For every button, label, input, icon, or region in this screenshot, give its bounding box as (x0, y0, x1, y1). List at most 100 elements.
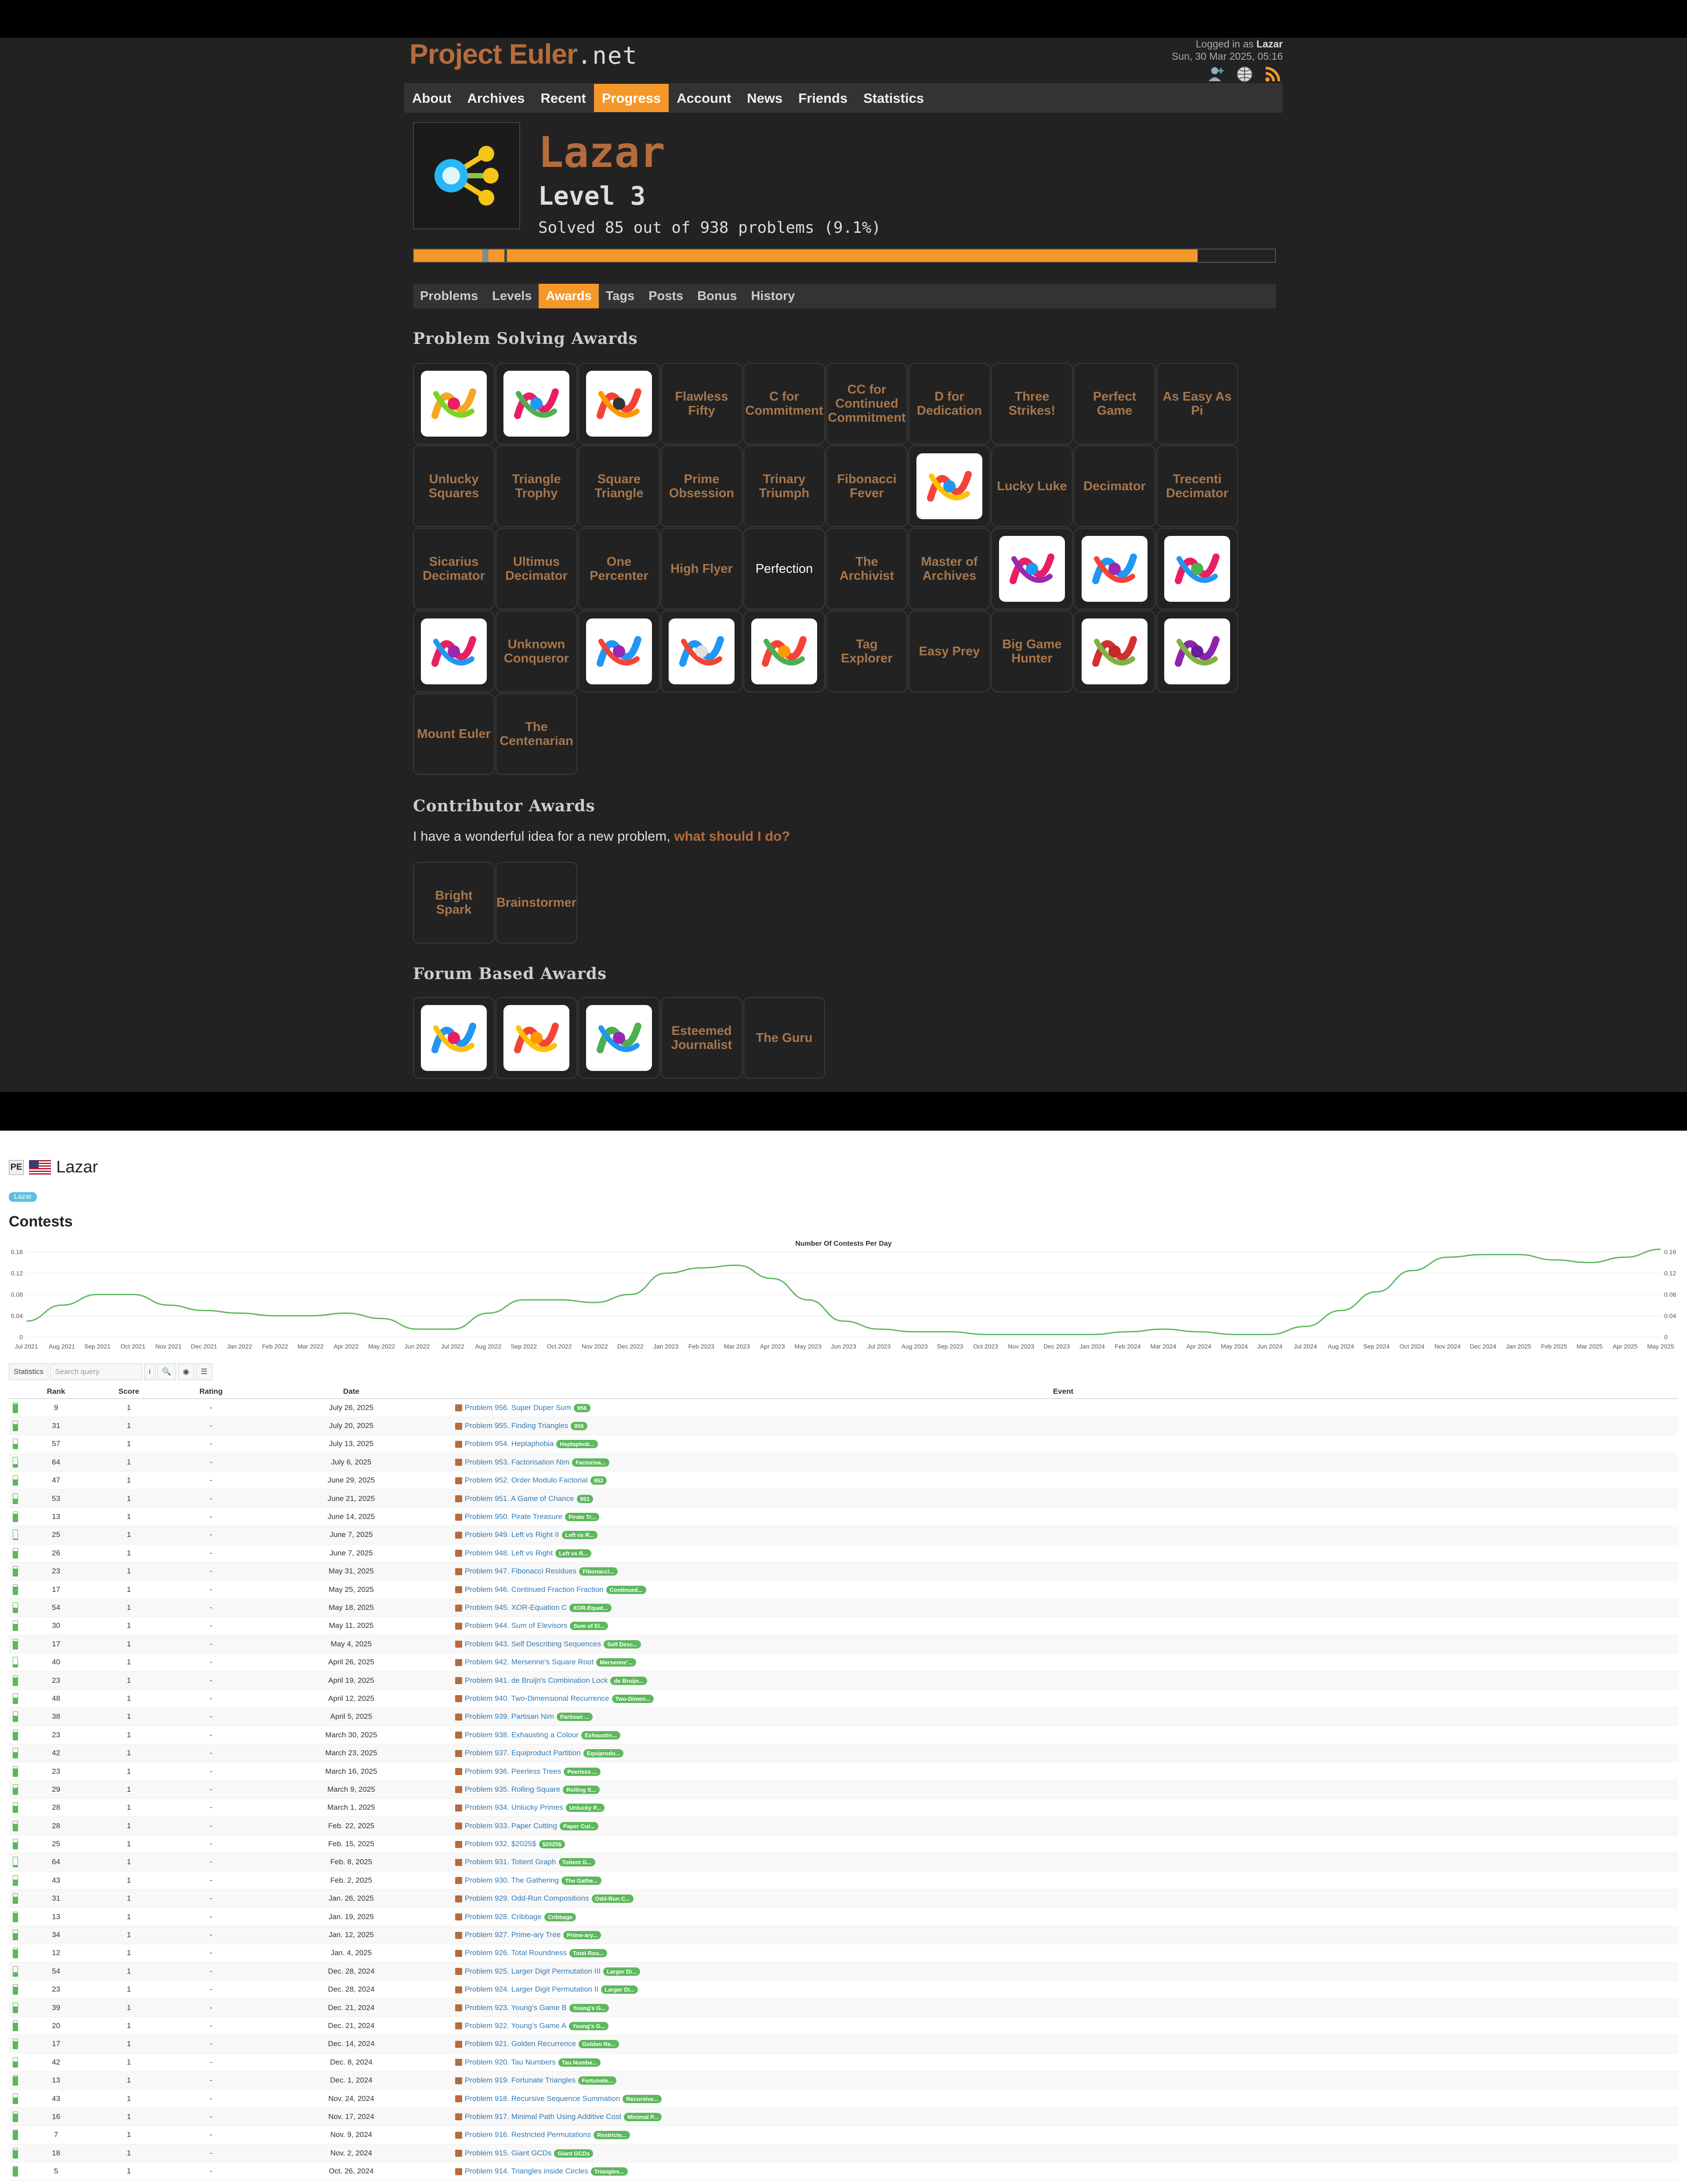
award-unlucky-squares[interactable]: Unlucky Squares (413, 445, 495, 527)
event-link[interactable]: Problem 953. Factorisation Nim (465, 1458, 569, 1466)
event-link[interactable]: Problem 929. Odd-Run Compositions (465, 1894, 589, 1902)
nav-friends[interactable]: Friends (790, 84, 855, 112)
nav-recent[interactable]: Recent (533, 84, 594, 112)
award-easy-prey[interactable]: Easy Prey (909, 611, 990, 692)
event-badge[interactable]: Exhaustin... (581, 1731, 620, 1739)
event-badge[interactable]: Self Desc... (603, 1640, 641, 1649)
event-badge[interactable]: Larger Di... (603, 1967, 640, 1976)
statistics-button[interactable]: Statistics (9, 1363, 49, 1380)
award-flame[interactable] (1156, 528, 1238, 610)
award-brainstormer[interactable]: Brainstormer (496, 862, 577, 944)
event-link[interactable]: Problem 939. Partisan Nim (465, 1712, 554, 1721)
award-plane[interactable] (1074, 528, 1155, 610)
event-link[interactable]: Problem 948. Left vs Right (465, 1549, 553, 1557)
award-high-flyer[interactable]: High Flyer (661, 528, 742, 610)
event-link[interactable]: Problem 940. Two-Dimensional Recurrence (465, 1694, 609, 1703)
add-friend-icon[interactable] (1206, 64, 1227, 84)
award-trinary-triumph[interactable]: Trinary Triumph (743, 445, 825, 527)
event-badge[interactable]: $2025$ (539, 1840, 565, 1849)
event-link[interactable]: Problem 917. Minimal Path Using Additive… (465, 2112, 621, 2121)
search-icon[interactable]: 🔍 (157, 1363, 176, 1380)
award-spiral[interactable] (743, 611, 825, 692)
award-berries-red[interactable] (1074, 611, 1155, 692)
event-link[interactable]: Problem 954. Heptaphobia (465, 1439, 554, 1448)
award-g[interactable] (578, 363, 660, 445)
event-badge[interactable]: Young's G... (569, 2003, 609, 2012)
award-d-for-dedication[interactable]: D for Dedication (909, 363, 990, 445)
event-badge[interactable]: XOR-Equat... (569, 1604, 612, 1612)
event-link[interactable]: Problem 955. Finding Triangles (465, 1421, 568, 1430)
tab-history[interactable]: History (744, 284, 802, 308)
event-badge[interactable]: Unlucky P... (565, 1804, 605, 1812)
event-link[interactable]: Problem 922. Young's Game A (465, 2021, 566, 2030)
event-badge[interactable]: Partisan ... (557, 1713, 593, 1721)
nav-about[interactable]: About (404, 84, 460, 112)
award-bright-spark[interactable]: Bright Spark (413, 862, 495, 944)
event-badge[interactable]: 951 (576, 1494, 594, 1503)
award-c-for-commitment[interactable]: C for Commitment (743, 363, 825, 445)
event-badge[interactable]: de Bruijn... (610, 1676, 647, 1685)
tab-awards[interactable]: Awards (539, 284, 599, 308)
nav-progress[interactable]: Progress (594, 84, 669, 112)
award-unknown-conqueror[interactable]: Unknown Conqueror (496, 611, 577, 692)
award-mount-euler[interactable]: Mount Euler (413, 693, 495, 775)
event-link[interactable]: Problem 950. Pirate Treasure (465, 1512, 562, 1521)
event-badge[interactable]: Prime-ary... (563, 1931, 601, 1940)
event-link[interactable]: Problem 921. Golden Recurrence (465, 2039, 576, 2048)
event-link[interactable]: Problem 914. Triangles inside Circles (465, 2167, 588, 2175)
event-link[interactable]: Problem 920. Tau Numbers (465, 2058, 556, 2066)
award-prime-obsession[interactable]: Prime Obsession (661, 445, 742, 527)
event-link[interactable]: Problem 943. Self Describing Sequences (465, 1640, 601, 1648)
rss-icon[interactable] (1263, 64, 1283, 84)
event-badge[interactable]: Total Rou... (569, 1949, 607, 1958)
event-link[interactable]: Problem 926. Total Roundness (465, 1949, 567, 1957)
event-link[interactable]: Problem 947. Fibonacci Residues (465, 1567, 576, 1575)
event-badge[interactable]: Totient G... (558, 1858, 595, 1867)
event-link[interactable]: Problem 952. Order Modulo Factorial (465, 1476, 588, 1484)
award-globe[interactable] (661, 611, 742, 692)
event-badge[interactable]: Triangles... (590, 2167, 628, 2176)
award-three-strikes[interactable]: Three Strikes! (991, 363, 1073, 445)
event-badge[interactable]: Left vs R... (555, 1549, 592, 1558)
event-badge[interactable]: Recursive... (623, 2094, 662, 2103)
site-logo[interactable]: Project Euler.net (409, 38, 638, 70)
globe-icon[interactable] (1234, 64, 1255, 84)
award-one-percenter[interactable]: One Percenter (578, 528, 660, 610)
event-link[interactable]: Problem 916. Restricted Permutations (465, 2130, 591, 2139)
event-badge[interactable]: Golden Re... (579, 2040, 619, 2049)
award-crown[interactable] (578, 611, 660, 692)
event-link[interactable]: Problem 924. Larger Digit Permutation II (465, 1985, 598, 1993)
col-event[interactable]: Event (448, 1385, 1678, 1399)
tab-posts[interactable]: Posts (641, 284, 690, 308)
event-badge[interactable]: 955 (571, 1422, 587, 1431)
event-link[interactable]: Problem 936. Peerless Trees (465, 1767, 561, 1775)
event-badge[interactable]: Giant GCDs (554, 2149, 594, 2158)
event-badge[interactable]: Mersenne'... (596, 1658, 636, 1667)
col-score[interactable]: Score (90, 1385, 168, 1399)
event-badge[interactable]: Fibonacci... (579, 1567, 618, 1576)
what-should-i-do-link[interactable]: what should I do? (674, 828, 790, 844)
event-badge[interactable]: 956 (573, 1403, 590, 1412)
event-badge[interactable]: Two-Dimen... (612, 1694, 654, 1703)
event-link[interactable]: Problem 956. Super Duper Sum (465, 1403, 571, 1412)
event-link[interactable]: Problem 915. Giant GCDs (465, 2149, 551, 2157)
event-link[interactable]: Problem 946. Continued Fraction Fraction (465, 1585, 604, 1594)
award-the-centenarian[interactable]: The Centenarian (496, 693, 577, 775)
event-link[interactable]: Problem 930. The Gathering (465, 1876, 559, 1884)
award-perfect-game[interactable]: Perfect Game (1074, 363, 1155, 445)
event-link[interactable]: Problem 951. A Game of Chance (465, 1494, 574, 1503)
award-as-easy-as-pi[interactable]: As Easy As Pi (1156, 363, 1238, 445)
nav-account[interactable]: Account (669, 84, 739, 112)
event-link[interactable]: Problem 932. $2025$ (465, 1840, 536, 1848)
event-link[interactable]: Problem 944. Sum of Elevisors (465, 1621, 567, 1630)
event-badge[interactable]: Odd-Run C... (591, 1895, 634, 1903)
col-rating[interactable]: Rating (167, 1385, 254, 1399)
event-badge[interactable]: Rolling S... (563, 1785, 600, 1794)
award-esteemed-journalist[interactable]: Esteemed Journalist (661, 997, 742, 1079)
award-the-guru[interactable]: The Guru (743, 997, 825, 1079)
event-link[interactable]: Problem 935. Rolling Square (465, 1785, 560, 1793)
award-rings[interactable] (413, 363, 495, 445)
tab-bonus[interactable]: Bonus (690, 284, 744, 308)
event-link[interactable]: Problem 933. Paper Cutting (465, 1822, 557, 1830)
award-big-game-hunter[interactable]: Big Game Hunter (991, 611, 1073, 692)
